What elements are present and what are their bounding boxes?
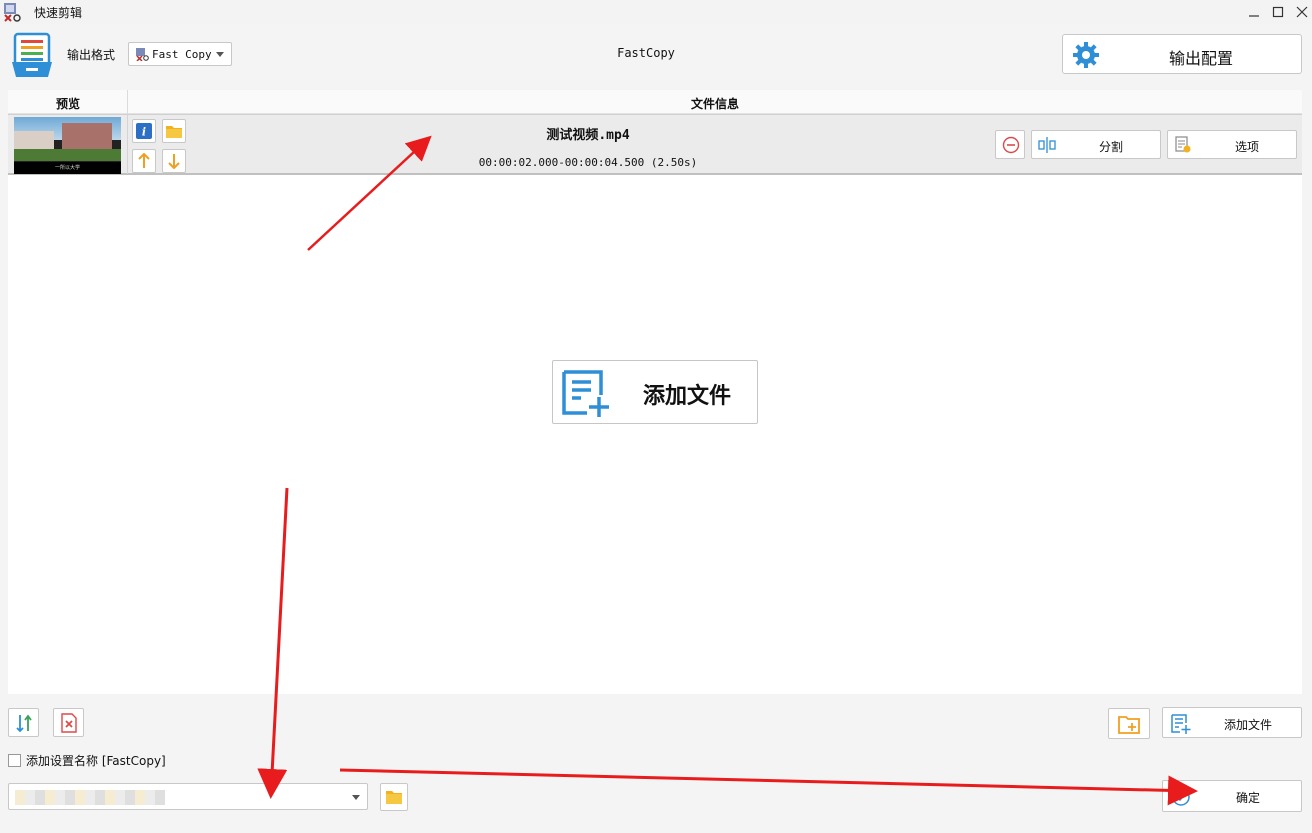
row-divider: [127, 115, 128, 174]
output-path-value-redacted: [15, 790, 165, 805]
output-format-value: Fast Copy: [152, 47, 212, 61]
add-preset-name-checkbox-row[interactable]: 添加设置名称 [FastCopy]: [8, 752, 166, 768]
maximize-icon: [1272, 6, 1284, 18]
ok-label: 确定: [1235, 791, 1260, 805]
add-file-center-label: 添加文件: [642, 383, 731, 409]
move-up-button[interactable]: [132, 149, 156, 173]
close-button[interactable]: [1291, 2, 1312, 22]
header-file-info: 文件信息: [690, 97, 739, 111]
delete-file-icon: [60, 712, 77, 733]
add-file-icon: [562, 370, 609, 417]
add-file-icon: [1171, 714, 1191, 734]
output-format-dropdown[interactable]: Fast Copy: [128, 42, 232, 66]
folder-icon: [166, 126, 182, 138]
output-config-label: 输出配置: [1168, 49, 1233, 68]
open-folder-button[interactable]: [162, 119, 186, 143]
add-file-label: 添加文件: [1223, 718, 1272, 732]
ok-button[interactable]: 确定: [1162, 780, 1302, 812]
info-icon: i: [136, 123, 152, 139]
window-title: 快速剪辑: [34, 6, 83, 20]
file-time-range: 00:00:02.000-00:00:04.500 (2.50s): [478, 156, 698, 169]
output-config-button[interactable]: 输出配置: [1062, 34, 1302, 74]
svg-text:i: i: [142, 126, 146, 139]
minimize-icon: [1249, 15, 1259, 17]
clear-list-button[interactable]: [53, 708, 84, 737]
header-preview: 预览: [55, 97, 80, 111]
merge-icon: [15, 714, 32, 732]
file-table: 预览 文件信息 一所以大学 i 测试视频.mp4 00:00:02.000-00…: [8, 90, 1302, 694]
info-button[interactable]: i: [132, 119, 156, 143]
merge-button[interactable]: [8, 708, 39, 737]
move-down-button[interactable]: [162, 149, 186, 173]
output-format-logo-icon: [12, 32, 52, 77]
add-preset-name-label: 添加设置名称 [FastCopy]: [26, 753, 166, 768]
output-path-combo[interactable]: [8, 783, 368, 810]
arrow-down-icon: [168, 154, 180, 169]
add-file-center-button[interactable]: 添加文件: [552, 360, 758, 424]
minimize-button[interactable]: [1243, 2, 1265, 22]
title-bar: 快速剪辑: [0, 0, 1312, 24]
toolbar: 输出格式 Fast Copy FastCopy 输出配置: [0, 24, 1312, 86]
split-icon: [1038, 137, 1056, 153]
options-icon: [1175, 136, 1191, 153]
add-preset-name-checkbox[interactable]: [8, 753, 21, 767]
browse-folder-button[interactable]: [380, 783, 408, 811]
minus-circle-icon: [1002, 136, 1020, 154]
annotation-arrow-to-ok: [339, 768, 1198, 806]
split-label: 分割: [1098, 140, 1123, 154]
preset-title: FastCopy: [617, 46, 675, 60]
output-format-label: 输出格式: [67, 48, 116, 62]
chevron-down-icon: [216, 52, 224, 57]
folder-add-icon: [1118, 715, 1140, 734]
close-icon: [1296, 6, 1308, 18]
thumbnail-caption: 一所以大学: [14, 162, 121, 174]
folder-icon: [386, 791, 402, 804]
add-folder-button[interactable]: [1108, 708, 1150, 739]
check-circle-icon: [1172, 788, 1190, 806]
maximize-button[interactable]: [1267, 2, 1289, 22]
table-row[interactable]: 一所以大学 i 测试视频.mp4 00:00:02.000-00:00:04.5…: [8, 114, 1302, 175]
chevron-down-icon: [352, 795, 360, 800]
fast-copy-icon: [136, 48, 149, 61]
add-file-button[interactable]: 添加文件: [1162, 707, 1302, 738]
app-icon: [4, 3, 21, 22]
remove-file-button[interactable]: [995, 130, 1025, 159]
options-button[interactable]: 选项: [1167, 130, 1297, 159]
gear-icon: [1073, 42, 1099, 68]
split-button[interactable]: 分割: [1031, 130, 1161, 159]
file-name: 测试视频.mp4: [546, 128, 630, 143]
options-label: 选项: [1234, 140, 1259, 154]
table-header: 预览 文件信息: [8, 90, 1302, 114]
video-thumbnail: 一所以大学: [14, 117, 121, 174]
arrow-up-icon: [138, 153, 150, 168]
